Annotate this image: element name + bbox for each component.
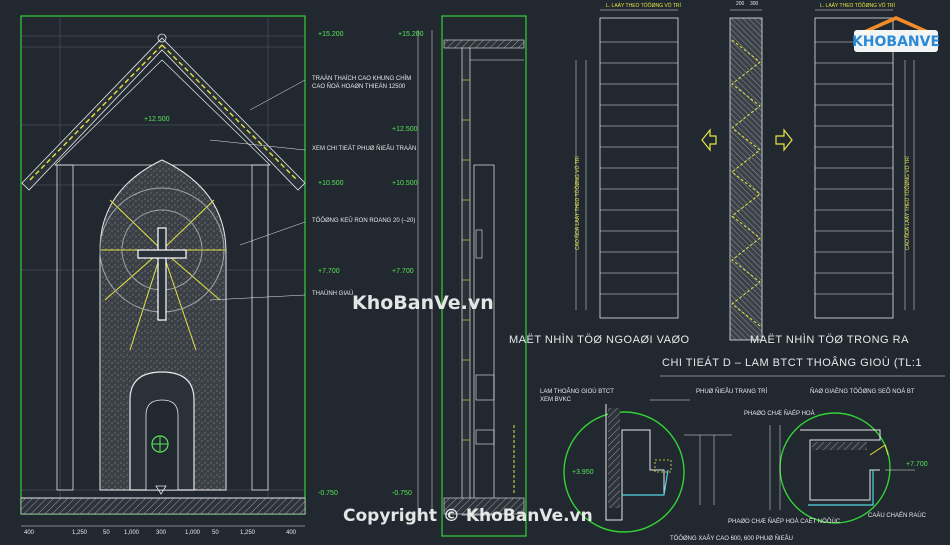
note-profile: PHAØO CHÆ ÑAÉP HOÀ (744, 411, 815, 417)
dim-bottom-7: 1,250 (240, 530, 256, 536)
watermark-copyright: Copyright © KhoBanVe.vn (343, 506, 593, 526)
louver-side-note-left: CAO ÑOÄ LAÁY THEO TÖÔØNG VÖ TRÍ (575, 156, 581, 250)
note-ceiling-2: CAO ÑOÄ HOAØN THIEÄN 12500 (312, 84, 406, 90)
dim-bottom-8: 400 (286, 530, 297, 536)
dim-bottom-4: 300 (156, 530, 167, 536)
left-elevation (20, 15, 306, 527)
dim-bottom-1: 1,250 (72, 530, 88, 536)
level-mid-mid: +10.500 (392, 180, 418, 187)
level-upper-mid: +12.500 (392, 126, 418, 133)
logo-text: KHOBANVE (852, 34, 940, 50)
dim-bottom-6: 50 (212, 530, 219, 536)
level-top-left: +15.200 (318, 31, 344, 38)
level-low-mid: +7.700 (392, 268, 414, 275)
dim-bottom-0: 400 (24, 530, 35, 536)
note-louver: LAM THOÂNG GIOÙ BTCT (540, 389, 614, 395)
note-profile-2: PHAØO CHÆ ÑAÉP HOÀ CAÉT NÖÔÙC (728, 519, 841, 525)
level-low-left: +7.700 (318, 268, 340, 275)
note-decor: XEM CHI TIEÁT PHUØ ÑIEÂU TRAÀN (312, 146, 417, 152)
note-ceiling-1: TRAÀN THAÏCH CAO KHUNG CHÌM (312, 76, 412, 82)
note-wall: TÖÔØNG KEÛ RON ROANG 20 (–20) (312, 218, 416, 224)
khobanve-logo: KHOBANVE (850, 12, 942, 60)
detail-title: CHI TIEÁT D – LAM BTCT THOÂNG GIOÙ (TL:1 (662, 357, 923, 369)
dim-bottom-5: 1,000 (185, 530, 201, 536)
watermark-center: KhoBanVe.vn (352, 292, 494, 314)
level-detail-right: +7.700 (906, 461, 928, 468)
note-wall-bottom: TÖÔØNG XAÂY CAO 600, 600 PHUØ ÑIEÂU (670, 536, 793, 542)
level-top-mid: +15.200 (398, 31, 424, 38)
view-outside-title: MAËT NHÌN TÖØ NGOAØI VAØO (509, 334, 690, 346)
louver-top-label-right: L. LAÁY THEO TÖÔØNG VÖ TRÍ (820, 3, 895, 9)
note-louver-2: XEM BVKC (540, 397, 572, 403)
note-cross: THAÙNH GIAÙ (312, 291, 354, 297)
louver-section (701, 9, 793, 341)
louver-top-dim-1: 200 (736, 1, 745, 7)
louver-side-note-right: CAO ÑOÄ LAÁY THEO TÖÔØNG VÖ TRÍ (905, 156, 911, 250)
dim-bottom-2: 50 (103, 530, 110, 536)
note-beam: ÑAØ GIAÈNG TÖÔØNG SEÕ NOÁ BT (810, 389, 915, 395)
view-inside-title: MAËT NHÌN TÖØ TRONG RA (750, 334, 909, 346)
louver-outside-view (575, 9, 679, 319)
note-finish: CAÀU CHAÉN RAÙC (868, 513, 927, 519)
level-mid-left: +10.500 (318, 180, 344, 187)
note-relief: PHUØ ÑIEÂU TRANG TRÍ (696, 389, 768, 395)
level-base-left: -0.750 (318, 490, 338, 497)
detail-circle-right (769, 412, 915, 524)
cad-drawing-canvas (20, 9, 945, 537)
level-detail-left: +3.950 (572, 469, 594, 476)
rosette-icon (151, 435, 169, 453)
louver-top-dim-2: 300 (750, 1, 759, 7)
louver-top-label-left: L. LAÁY THEO TÖÔØNG VÖ TRÍ (606, 3, 681, 9)
level-upper-left: +12.500 (144, 116, 170, 123)
level-base-mid: -0.750 (392, 490, 412, 497)
section-view (417, 15, 527, 537)
dim-bottom-3: 1,000 (124, 530, 140, 536)
